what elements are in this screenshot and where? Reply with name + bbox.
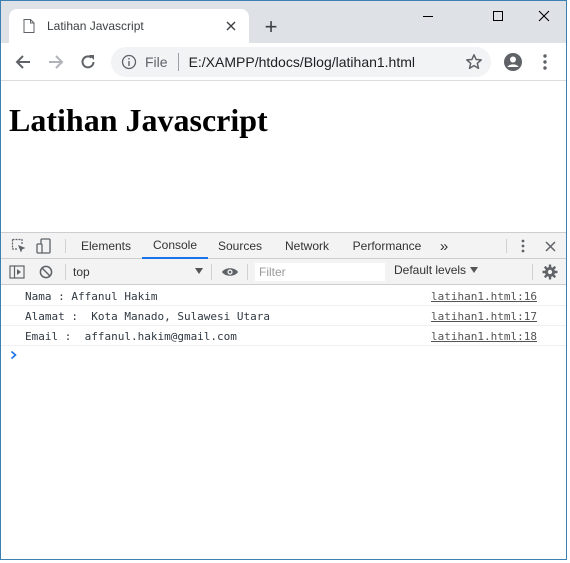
url-scheme-label: File — [145, 54, 168, 70]
show-sidebar-icon[interactable] — [8, 263, 26, 281]
maximize-icon — [493, 11, 503, 21]
page-icon — [23, 19, 35, 33]
close-tab-icon[interactable] — [223, 18, 239, 34]
devtools-menu-icon[interactable] — [514, 237, 532, 255]
clear-console-icon[interactable] — [37, 263, 55, 281]
filter-placeholder: Filter — [259, 265, 286, 279]
log-source-link[interactable]: latihan1.html:16 — [431, 290, 537, 303]
more-tabs-icon[interactable]: » — [435, 233, 453, 259]
page-viewport: Latihan Javascript — [1, 81, 566, 232]
omnibox-divider — [177, 53, 179, 71]
tab-network[interactable]: Network — [277, 233, 337, 259]
toolbar-divider — [65, 239, 66, 253]
minimize-button[interactable] — [405, 1, 451, 31]
tab-title: Latihan Javascript — [47, 19, 144, 33]
arrow-right-icon — [49, 55, 64, 69]
url-text[interactable]: E:/XAMPP/htdocs/Blog/latihan1.html — [189, 54, 415, 70]
log-levels-dropdown[interactable]: Default levels — [394, 263, 479, 277]
inspect-element-icon[interactable] — [10, 237, 28, 255]
log-source-link[interactable]: latihan1.html:17 — [431, 310, 537, 323]
console-settings-gear-icon[interactable] — [541, 263, 559, 281]
device-toolbar-icon[interactable] — [35, 237, 53, 255]
account-icon — [504, 53, 522, 71]
back-button[interactable] — [11, 50, 35, 74]
console-message: Nama : Affanul Hakim latihan1.html:16 — [1, 286, 566, 306]
close-icon — [538, 10, 550, 22]
dropdown-arrow-icon — [195, 268, 203, 274]
toolbar-divider — [506, 239, 507, 253]
address-bar[interactable]: File E:/XAMPP/htdocs/Blog/latihan1.html — [111, 47, 491, 77]
tab-sources[interactable]: Sources — [211, 233, 269, 259]
devtools-panel: Elements Console Sources Network Perform… — [1, 232, 566, 559]
browser-toolbar: File E:/XAMPP/htdocs/Blog/latihan1.html — [1, 43, 566, 81]
tab-console[interactable]: Console — [142, 233, 208, 259]
console-messages: Nama : Affanul Hakim latihan1.html:16 Al… — [1, 286, 566, 366]
browser-menu-button[interactable] — [533, 50, 557, 74]
forward-button[interactable] — [44, 50, 68, 74]
browser-tab[interactable]: Latihan Javascript — [9, 9, 249, 43]
browser-window: Latihan Javascript + File E:/XAMPP/htdoc… — [0, 0, 567, 560]
console-toolbar: top Filter Default levels — [1, 259, 566, 285]
close-devtools-icon[interactable] — [541, 237, 559, 255]
dropdown-arrow-icon — [470, 267, 479, 273]
tab-elements[interactable]: Elements — [73, 233, 139, 259]
maximize-button[interactable] — [475, 1, 521, 31]
arrow-left-icon — [15, 55, 30, 69]
toolbar-divider — [65, 264, 66, 280]
log-levels-label: Default levels — [394, 263, 467, 277]
log-text: Email : affanul.hakim@gmail.com — [25, 330, 237, 343]
profile-button[interactable] — [501, 50, 525, 74]
console-message: Alamat : Kota Manado, Sulawesi Utara lat… — [1, 306, 566, 326]
toolbar-divider — [211, 264, 212, 280]
live-expression-eye-icon[interactable] — [220, 263, 240, 281]
minimize-icon — [423, 16, 433, 17]
context-selector[interactable]: top — [73, 263, 205, 281]
tab-performance[interactable]: Performance — [346, 233, 428, 259]
log-source-link[interactable]: latihan1.html:18 — [431, 330, 537, 343]
reload-button[interactable] — [76, 50, 100, 74]
info-icon[interactable] — [121, 54, 137, 70]
page-heading: Latihan Javascript — [9, 102, 268, 138]
more-vert-icon — [543, 54, 547, 70]
filter-input[interactable]: Filter — [255, 263, 385, 281]
toolbar-divider — [532, 264, 533, 280]
tab-strip: Latihan Javascript + — [1, 1, 566, 43]
bookmark-star-icon[interactable] — [465, 53, 483, 71]
plus-icon: + — [264, 14, 278, 39]
log-text: Nama : Affanul Hakim — [25, 290, 158, 303]
context-value: top — [73, 265, 90, 279]
close-window-button[interactable] — [521, 1, 566, 31]
devtools-tab-bar: Elements Console Sources Network Perform… — [1, 232, 566, 259]
console-message: Email : affanul.hakim@gmail.com latihan1… — [1, 326, 566, 346]
new-tab-button[interactable]: + — [261, 14, 281, 39]
toolbar-divider — [247, 264, 248, 280]
console-prompt[interactable] — [1, 346, 566, 366]
reload-icon — [81, 55, 95, 69]
prompt-chevron-icon — [10, 350, 17, 360]
log-text: Alamat : Kota Manado, Sulawesi Utara — [25, 310, 271, 323]
